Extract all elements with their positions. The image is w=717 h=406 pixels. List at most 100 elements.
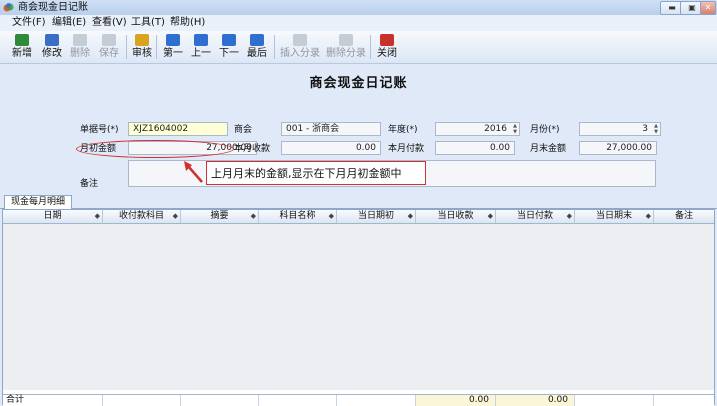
annotation-arrow-icon — [184, 161, 203, 183]
month-income-field[interactable]: 0.00 — [281, 141, 381, 155]
filter-icon[interactable]: ◆ — [173, 210, 178, 223]
month-field[interactable]: 3 ▲ ▼ — [579, 122, 661, 136]
save-icon — [102, 34, 116, 46]
month-spinner-icon[interactable]: ▲ ▼ — [653, 123, 659, 135]
column-header-summary[interactable]: 摘要 ◆ — [181, 210, 259, 223]
page-title: 商会现金日记账 — [309, 76, 408, 91]
last-icon — [250, 34, 264, 46]
tab-strip: 现金每月明细 — [0, 194, 717, 209]
filter-icon[interactable]: ◆ — [95, 210, 100, 223]
doc-no-label: 单据号(*) — [80, 125, 119, 135]
month-payment-field[interactable]: 0.00 — [435, 141, 515, 155]
year-spinner-icon[interactable]: ▲ ▼ — [512, 123, 518, 135]
doc-no-field[interactable]: XJZ1604002 — [128, 122, 228, 136]
footer-cell — [654, 395, 714, 406]
footer-cell — [181, 395, 259, 406]
insert-entry-button[interactable]: 插入分录 — [278, 33, 322, 61]
closing-balance-label: 月末金额 — [530, 144, 567, 154]
audit-button[interactable]: 审核 — [126, 33, 158, 61]
toolbar-separator — [370, 35, 371, 59]
grid-header: 日期 ◆ 收付款科目 ◆ 摘要 ◆ 科目名称 ◆ 当日期初 ◆ 当日收款 ◆ 当日付款 ◆ 当… — [3, 210, 714, 224]
column-header-label: 日期 — [43, 211, 62, 221]
filter-icon[interactable]: ◆ — [488, 210, 493, 223]
column-header-label: 当日收款 — [437, 211, 474, 221]
audit-button-label: 审核 — [132, 48, 152, 59]
close-button-label: 关闭 — [377, 48, 397, 59]
column-header-label: 摘要 — [210, 211, 229, 221]
delete-entry-icon — [339, 34, 353, 46]
footer-cell — [575, 395, 654, 406]
new-button-label: 新增 — [12, 48, 32, 59]
annotation-highlight — [76, 140, 234, 158]
insert-entry-icon — [293, 34, 307, 46]
menu-view[interactable]: 查看(V) — [92, 17, 127, 29]
grid-footer-row: 合计 0.00 0.00 — [3, 394, 714, 406]
first-icon — [166, 34, 180, 46]
menu-edit[interactable]: 编辑(E) — [52, 17, 86, 29]
menu-file[interactable]: 文件(F) — [12, 17, 46, 29]
filter-icon[interactable]: ◆ — [408, 210, 413, 223]
footer-cell — [337, 395, 416, 406]
annotation-note: 上月月末的金额,显示在下月月初金额中 — [206, 161, 426, 185]
footer-cell — [259, 395, 337, 406]
month-label: 月份(*) — [530, 125, 560, 135]
window-close-button[interactable]: ✕ — [700, 1, 716, 15]
edit-icon — [45, 34, 59, 46]
column-header-day-opening[interactable]: 当日期初 ◆ — [337, 210, 416, 223]
column-header-label: 收付款科目 — [118, 211, 164, 221]
column-header-label: 当日期末 — [595, 211, 632, 221]
closing-balance-field[interactable]: 27,000.00 — [579, 141, 657, 155]
footer-payment-total: 0.00 — [496, 395, 575, 406]
new-button[interactable]: 新增 — [6, 33, 38, 61]
column-header-day-income[interactable]: 当日收款 ◆ — [416, 210, 496, 223]
prev-icon — [194, 34, 208, 46]
delete-entry-button-label: 删除分录 — [326, 48, 366, 59]
grid-body[interactable] — [3, 224, 714, 390]
column-header-day-payment[interactable]: 当日付款 ◆ — [496, 210, 575, 223]
new-doc-icon — [15, 34, 29, 46]
title-bar: 商会现金日记账 ▬ ▣ ✕ — [0, 0, 717, 16]
column-header-label: 科目名称 — [279, 211, 316, 221]
column-header-label: 当日期初 — [357, 211, 394, 221]
delete-button-label: 删除 — [70, 48, 90, 59]
detail-grid: 日期 ◆ 收付款科目 ◆ 摘要 ◆ 科目名称 ◆ 当日期初 ◆ 当日收款 ◆ 当日付款 ◆ 当… — [2, 209, 715, 406]
footer-total-label: 合计 — [3, 395, 103, 406]
filter-icon[interactable]: ◆ — [251, 210, 256, 223]
tab-monthly-cash-detail[interactable]: 现金每月明细 — [4, 195, 73, 209]
menu-tools[interactable]: 工具(T) — [131, 17, 165, 29]
chamber-label: 商会 — [234, 125, 253, 135]
close-icon — [380, 34, 394, 46]
footer-income-total: 0.00 — [416, 395, 496, 406]
menu-help[interactable]: 帮助(H) — [170, 17, 205, 29]
delete-icon — [73, 34, 87, 46]
year-label: 年度(*) — [388, 125, 418, 135]
year-value: 2016 — [484, 124, 507, 134]
app-logo-icon — [3, 3, 14, 12]
month-payment-label: 本月付款 — [388, 144, 425, 154]
column-header-account-name[interactable]: 科目名称 ◆ — [259, 210, 337, 223]
next-icon — [222, 34, 236, 46]
month-value: 3 — [642, 124, 648, 134]
column-header-date[interactable]: 日期 ◆ — [3, 210, 103, 223]
insert-entry-button-label: 插入分录 — [280, 48, 320, 59]
column-header-remark[interactable]: 备注 — [654, 210, 714, 223]
column-header-day-closing[interactable]: 当日期末 ◆ — [575, 210, 654, 223]
column-header-label: 当日付款 — [516, 211, 553, 221]
save-button[interactable]: 保存 — [93, 33, 125, 61]
toolbar: 新增 修改 删除 保存 审核 第一 上一 下一 最后 插入分录 删除分录 关闭 — [0, 31, 717, 64]
last-button[interactable]: 最后 — [241, 33, 273, 61]
footer-cell — [103, 395, 181, 406]
delete-button[interactable]: 删除 — [64, 33, 96, 61]
filter-icon[interactable]: ◆ — [646, 210, 651, 223]
close-button[interactable]: 关闭 — [372, 33, 402, 61]
filter-icon[interactable]: ◆ — [329, 210, 334, 223]
column-header-account[interactable]: 收付款科目 ◆ — [103, 210, 181, 223]
filter-icon[interactable]: ◆ — [567, 210, 572, 223]
toolbar-separator — [274, 35, 275, 59]
last-button-label: 最后 — [247, 48, 267, 59]
year-field[interactable]: 2016 ▲ ▼ — [435, 122, 520, 136]
delete-entry-button[interactable]: 删除分录 — [324, 33, 368, 61]
chamber-field[interactable]: 001 - 浙商会 — [281, 122, 381, 136]
menu-bar: 文件(F) 编辑(E) 查看(V) 工具(T) 帮助(H) — [0, 15, 717, 31]
column-header-label: 备注 — [674, 211, 693, 221]
